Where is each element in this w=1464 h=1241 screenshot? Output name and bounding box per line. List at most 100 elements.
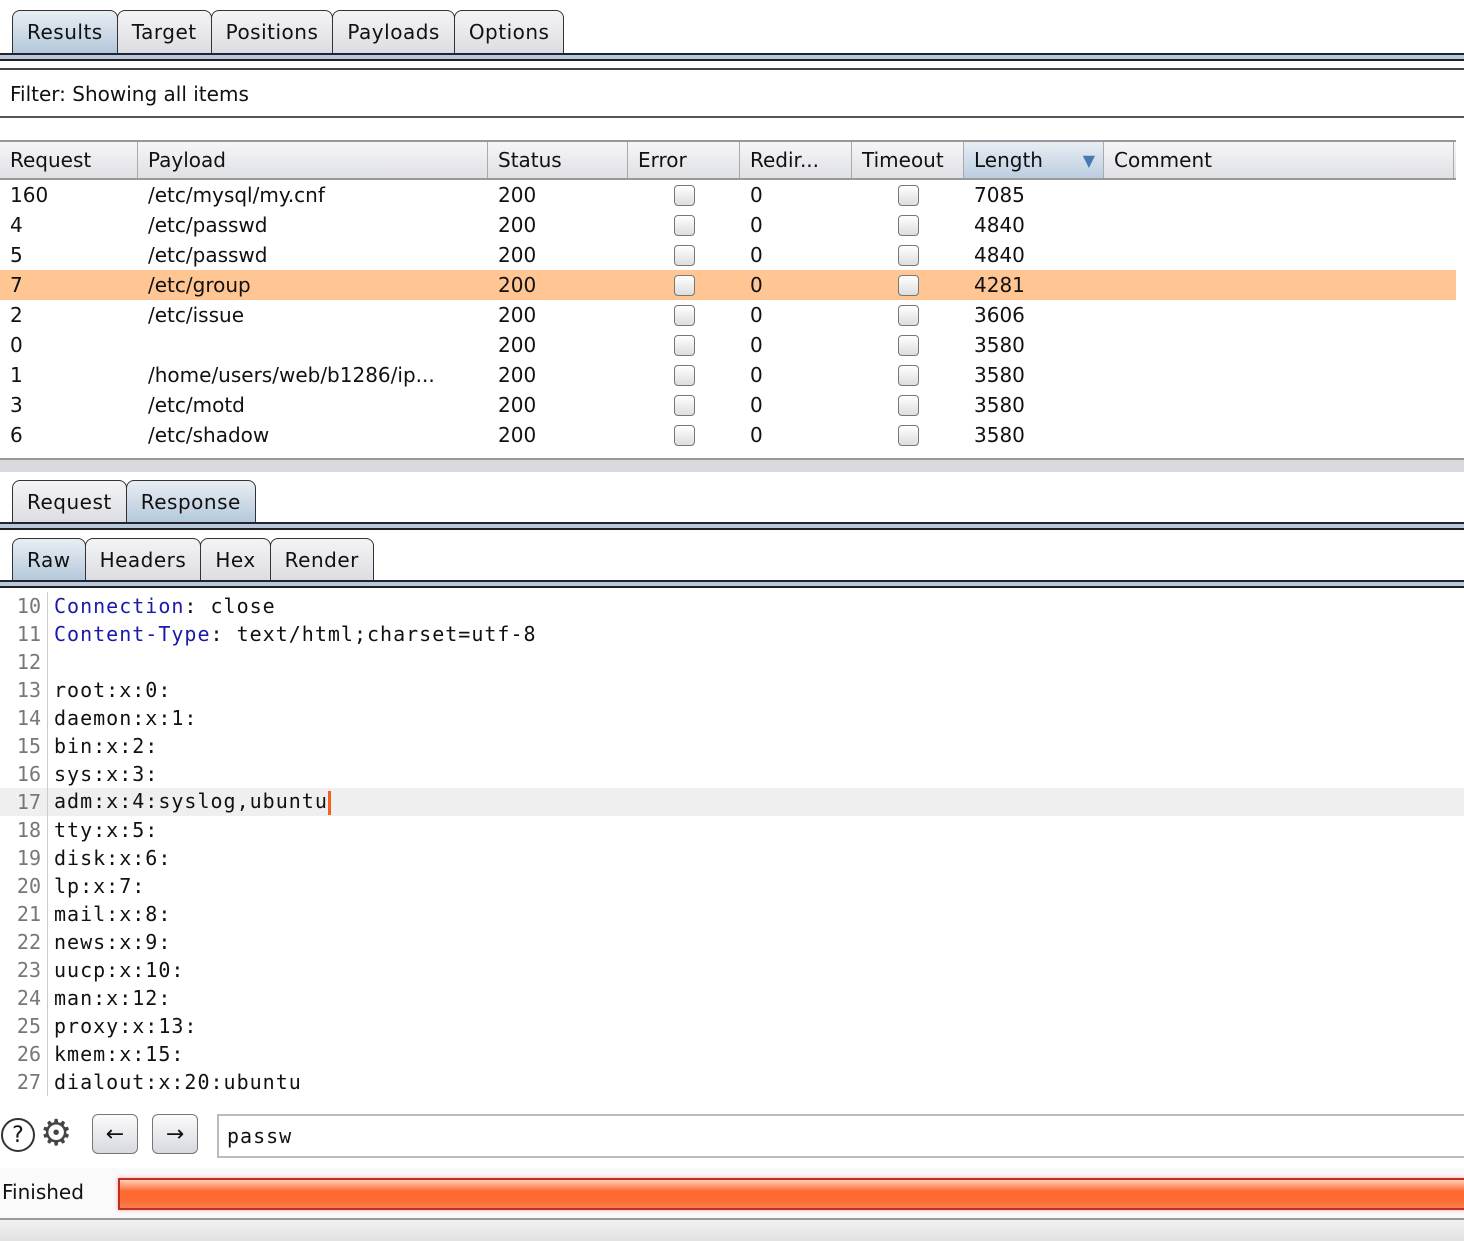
checkbox[interactable] xyxy=(898,184,919,206)
line-text: root:x:0: xyxy=(48,678,171,702)
previous-match-button[interactable]: ← xyxy=(92,1114,138,1154)
checkbox[interactable] xyxy=(898,214,919,236)
checkbox[interactable] xyxy=(898,394,919,416)
cell-redirects: 0 xyxy=(750,243,763,267)
col-status[interactable]: Status xyxy=(488,142,628,178)
line-number: 11 xyxy=(0,620,48,648)
line-text: Connection: close xyxy=(48,594,276,618)
code-line: 22 news:x:9: xyxy=(0,928,1464,956)
code-line: 20 lp:x:7: xyxy=(0,872,1464,900)
tab-render[interactable]: Render xyxy=(269,538,374,581)
line-number: 21 xyxy=(0,900,48,928)
tab-request[interactable]: Request xyxy=(12,480,127,523)
cell-timeout xyxy=(852,214,964,236)
tab-raw[interactable]: Raw xyxy=(12,538,86,581)
cell-request: 2 xyxy=(10,303,23,327)
checkbox[interactable] xyxy=(898,334,919,356)
cell-payload: /etc/group xyxy=(148,273,251,297)
checkbox[interactable] xyxy=(674,214,695,236)
col-timeout[interactable]: Timeout xyxy=(852,142,964,178)
line-content: disk:x:6: xyxy=(54,846,172,870)
checkbox[interactable] xyxy=(674,304,695,326)
checkbox[interactable] xyxy=(898,274,919,296)
table-row[interactable]: 0 200 0 3580 xyxy=(0,330,1456,360)
next-match-button[interactable]: → xyxy=(152,1114,198,1154)
checkbox[interactable] xyxy=(674,424,695,446)
checkbox[interactable] xyxy=(898,244,919,266)
tab-target[interactable]: Target xyxy=(116,10,212,53)
tab-positions[interactable]: Positions xyxy=(210,10,334,53)
tab-headers[interactable]: Headers xyxy=(84,538,202,581)
checkbox[interactable] xyxy=(674,334,695,356)
code-line: 11 Content-Type: text/html;charset=utf-8 xyxy=(0,620,1464,648)
table-row[interactable]: 7/etc/group 200 0 4281 xyxy=(0,270,1456,300)
line-text: disk:x:6: xyxy=(48,846,171,870)
code-line: 21 mail:x:8: xyxy=(0,900,1464,928)
line-content: daemon:x:1: xyxy=(54,706,198,730)
table-row[interactable]: 1/home/users/web/b1286/ip... 200 0 3580 xyxy=(0,360,1456,390)
code-line: 12 xyxy=(0,648,1464,676)
cell-error xyxy=(628,334,740,356)
cell-timeout xyxy=(852,334,964,356)
code-line: 25 proxy:x:13: xyxy=(0,1012,1464,1040)
line-content: bin:x:2: xyxy=(54,734,159,758)
tab-response[interactable]: Response xyxy=(125,480,256,523)
code-line: 17 adm:x:4:syslog,ubuntu xyxy=(0,788,1464,816)
line-text: sys:x:3: xyxy=(48,762,158,786)
cell-timeout xyxy=(852,244,964,266)
gear-icon[interactable]: ⚙ xyxy=(40,1114,72,1154)
col-payload[interactable]: Payload xyxy=(138,142,488,178)
tab-results[interactable]: Results xyxy=(12,10,118,53)
line-number: 23 xyxy=(0,956,48,984)
col-redirects[interactable]: Redir... xyxy=(740,142,852,178)
table-row[interactable]: 160/etc/mysql/my.cnf 200 0 7085 xyxy=(0,180,1456,210)
checkbox[interactable] xyxy=(898,364,919,386)
cell-status: 200 xyxy=(498,393,537,417)
tab-payloads[interactable]: Payloads xyxy=(332,10,455,53)
code-line: 26 kmem:x:15: xyxy=(0,1040,1464,1068)
cell-redirects: 0 xyxy=(750,333,763,357)
table-row[interactable]: 5/etc/passwd 200 0 4840 xyxy=(0,240,1456,270)
checkbox[interactable] xyxy=(898,424,919,446)
search-input[interactable]: passw xyxy=(217,1114,1464,1158)
checkbox[interactable] xyxy=(674,394,695,416)
code-line: 10 Connection: close xyxy=(0,592,1464,620)
help-icon[interactable]: ? xyxy=(1,1118,35,1152)
checkbox[interactable] xyxy=(674,244,695,266)
filter-text: Filter: Showing all items xyxy=(10,82,249,106)
table-row[interactable]: 4/etc/passwd 200 0 4840 xyxy=(0,210,1456,240)
table-row[interactable]: 6/etc/shadow 200 0 3580 xyxy=(0,420,1456,450)
filter-bar[interactable]: Filter: Showing all items xyxy=(0,68,1464,118)
triangle-down-icon: ▼ xyxy=(1082,150,1095,170)
tab-options[interactable]: Options xyxy=(453,10,565,53)
line-text: mail:x:8: xyxy=(48,902,171,926)
main-tabs: Results Target Positions Payloads Option… xyxy=(0,10,1464,53)
cell-payload: /etc/mysql/my.cnf xyxy=(148,183,325,207)
checkbox[interactable] xyxy=(898,304,919,326)
line-number: 27 xyxy=(0,1068,48,1096)
table-row[interactable]: 2/etc/issue 200 0 3606 xyxy=(0,300,1456,330)
message-tabs: Request Response xyxy=(0,480,1464,523)
response-editor[interactable]: 10 Connection: close 11 Content-Type: text/… xyxy=(0,592,1464,1110)
line-text: man:x:12: xyxy=(48,986,171,1010)
tab-hex[interactable]: Hex xyxy=(200,538,271,581)
col-length[interactable]: Length ▼ xyxy=(964,142,1104,178)
col-comment[interactable]: Comment xyxy=(1104,142,1454,178)
header-name: Connection xyxy=(54,594,185,618)
checkbox[interactable] xyxy=(674,274,695,296)
line-number: 19 xyxy=(0,844,48,872)
split-pane-divider[interactable] xyxy=(0,458,1464,472)
col-request[interactable]: Request xyxy=(0,142,138,178)
line-content: sys:x:3: xyxy=(54,762,159,786)
cell-status: 200 xyxy=(498,303,537,327)
checkbox[interactable] xyxy=(674,364,695,386)
cell-payload: /etc/motd xyxy=(148,393,245,417)
cell-request: 4 xyxy=(10,213,23,237)
code-line: 24 man:x:12: xyxy=(0,984,1464,1012)
header-value: : close xyxy=(184,594,276,618)
line-text: proxy:x:13: xyxy=(48,1014,197,1038)
cell-length: 3580 xyxy=(974,393,1025,417)
checkbox[interactable] xyxy=(674,184,695,206)
table-row[interactable]: 3/etc/motd 200 0 3580 xyxy=(0,390,1456,420)
col-error[interactable]: Error xyxy=(628,142,740,178)
